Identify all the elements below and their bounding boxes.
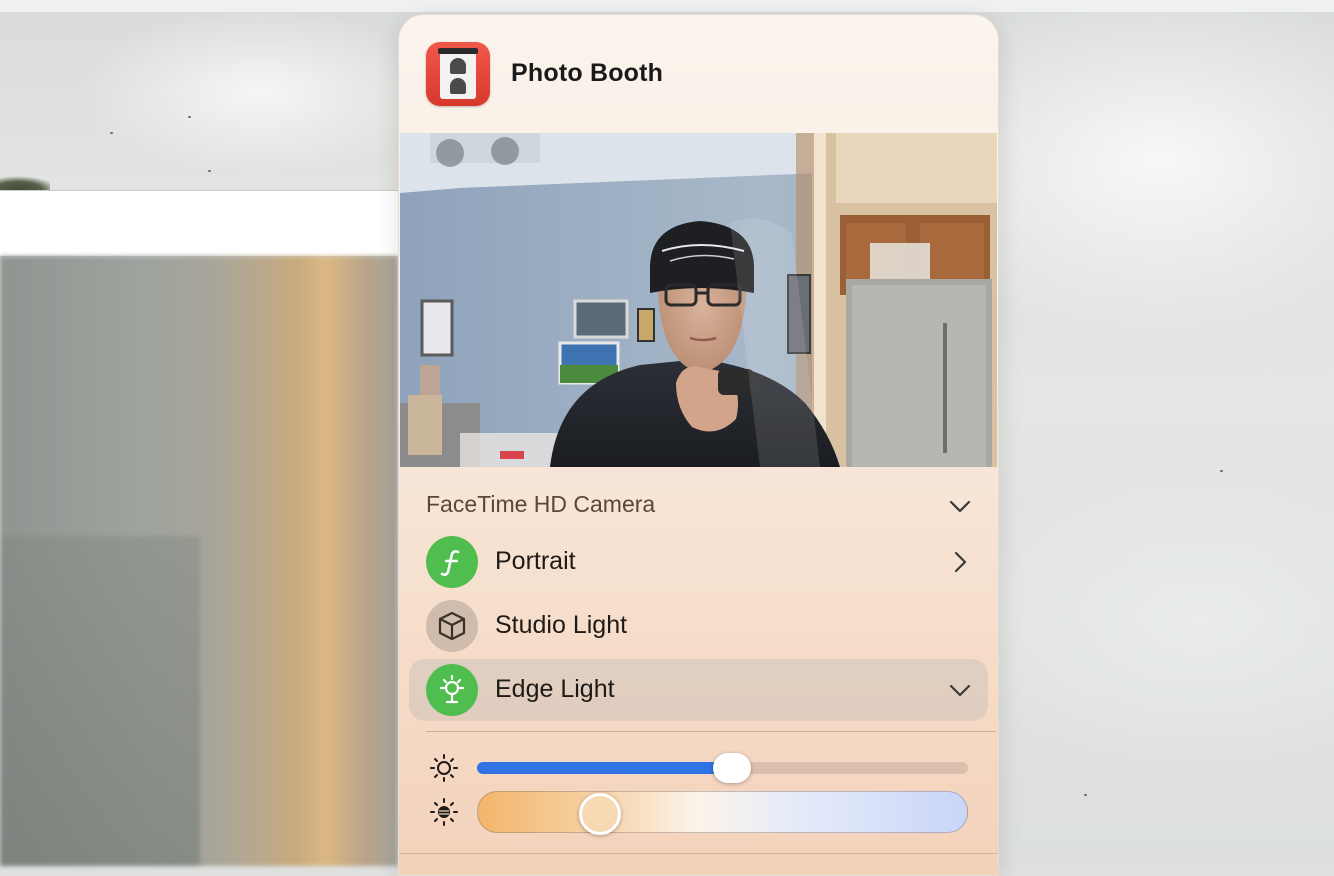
panel-bottom-divider	[399, 853, 998, 854]
effect-label: Edge Light	[495, 675, 615, 703]
bird	[1220, 470, 1223, 472]
chevron-right-icon[interactable]	[949, 551, 971, 573]
effect-label: Studio Light	[495, 611, 628, 639]
bird	[1084, 794, 1087, 796]
app-title: Photo Booth	[511, 59, 664, 87]
brightness-slider-fill	[477, 762, 733, 774]
cube-icon	[426, 600, 478, 652]
brightness-slider[interactable]	[477, 753, 968, 783]
background-window-image	[0, 12, 398, 190]
camera-selector[interactable]: FaceTime HD Camera	[399, 481, 998, 527]
background-trees	[0, 172, 50, 190]
camera-preview	[400, 133, 997, 467]
effect-edge-light[interactable]: Edge Light	[409, 659, 988, 721]
background-window-content	[0, 256, 398, 866]
panel-header: Photo Booth	[399, 15, 998, 133]
effect-label: Portrait	[495, 547, 576, 575]
photo-booth-app-icon	[426, 42, 490, 106]
edge-light-icon	[426, 664, 478, 716]
portrait-f-icon	[426, 536, 478, 588]
sun-icon	[430, 754, 458, 782]
color-temperature-slider-knob[interactable]	[579, 793, 622, 835]
background-window-toolbar	[0, 190, 398, 257]
brightness-slider-knob[interactable]	[713, 753, 752, 783]
brightness-slider-row	[399, 747, 998, 787]
chevron-down-icon[interactable]	[949, 679, 971, 701]
effect-portrait[interactable]: Portrait	[409, 531, 988, 593]
warm-light-icon	[430, 798, 458, 826]
effect-studio-light[interactable]: Studio Light	[409, 595, 988, 657]
chevron-down-icon	[949, 500, 971, 513]
video-effects-panel: Photo Booth FaceTime HD Camera Portrait …	[398, 14, 999, 876]
color-temperature-slider-row	[399, 791, 998, 835]
color-temperature-slider[interactable]	[477, 791, 968, 835]
menu-bar-strip	[0, 0, 1334, 12]
camera-name: FaceTime HD Camera	[426, 491, 656, 517]
divider	[426, 731, 996, 732]
